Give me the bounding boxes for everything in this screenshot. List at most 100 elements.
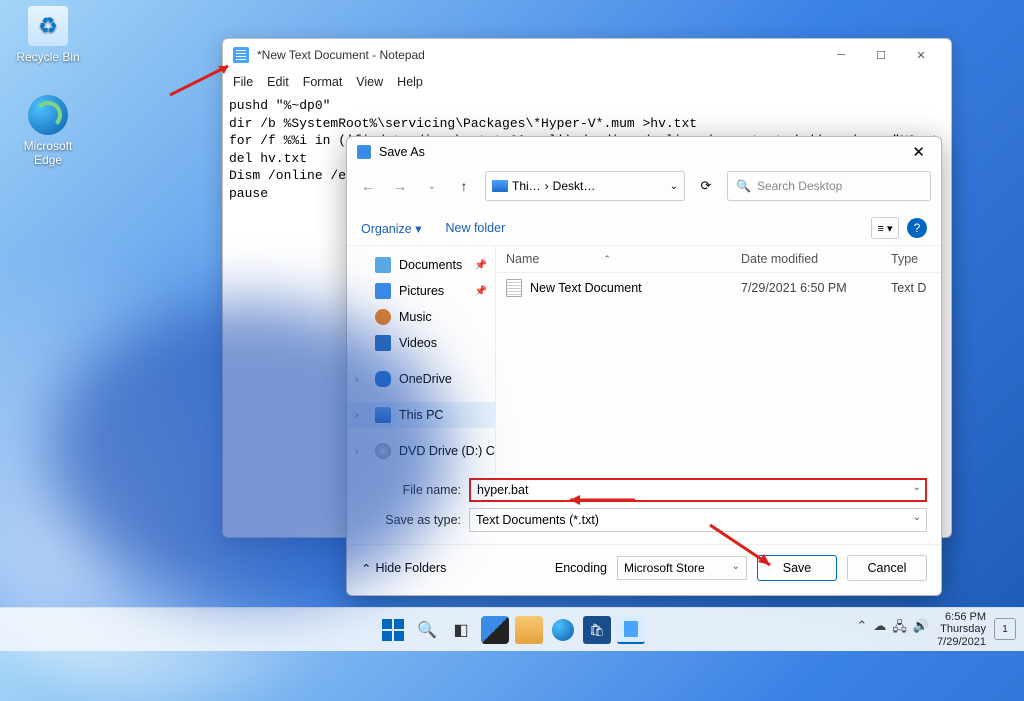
sidebar-item-music[interactable]: Music <box>347 304 495 330</box>
sidebar-item-videos[interactable]: Videos <box>347 330 495 356</box>
nav-recent-button[interactable]: ⌄ <box>421 181 443 192</box>
save-as-dialog: Save As ✕ ← → ⌄ ↑ Thi… › Deskt… ⌄ ⟳ 🔍 Se… <box>346 136 942 596</box>
network-icon[interactable]: 🖧 <box>892 618 907 640</box>
chevron-right-icon[interactable]: › <box>355 446 358 457</box>
menu-view[interactable]: View <box>356 75 383 89</box>
saveastype-label: Save as type: <box>361 513 469 527</box>
system-tray[interactable]: ⌃ ☁ 🖧 🔊 <box>856 618 929 640</box>
file-row[interactable]: New Text Document 7/29/2021 6:50 PM Text… <box>496 273 941 303</box>
clock-day: Thursday <box>937 623 986 636</box>
minimize-button[interactable]: ─ <box>821 41 861 69</box>
chevron-up-icon[interactable]: ⌃ <box>856 618 867 640</box>
breadcrumb-seg1[interactable]: Thi… <box>512 179 541 193</box>
organize-button[interactable]: Organize ▾ <box>361 221 421 236</box>
recycle-bin-label: Recycle Bin <box>10 50 86 64</box>
documents-icon <box>375 257 391 273</box>
sort-asc-icon: ⌃ <box>603 254 611 265</box>
task-view-button[interactable]: ◧ <box>447 616 475 644</box>
menu-edit[interactable]: Edit <box>267 75 289 89</box>
edge-icon <box>28 95 68 135</box>
refresh-button[interactable]: ⟳ <box>695 178 717 194</box>
column-type[interactable]: Type <box>891 252 931 266</box>
taskbar-clock[interactable]: 6:56 PM Thursday 7/29/2021 <box>937 611 986 649</box>
chevron-down-icon[interactable]: ⌄ <box>670 181 678 192</box>
saveas-sidebar: Documents📌 Pictures📌 Music Videos ›OneDr… <box>347 246 495 472</box>
file-type: Text D <box>891 281 931 295</box>
chevron-down-icon: ⌄ <box>732 561 740 572</box>
encoding-label: Encoding <box>555 561 607 575</box>
notifications-button[interactable]: 1 <box>994 618 1016 640</box>
onedrive-icon <box>375 371 391 387</box>
nav-up-button[interactable]: ↑ <box>453 178 475 194</box>
menu-file[interactable]: File <box>233 75 253 89</box>
search-placeholder: Search Desktop <box>757 179 842 193</box>
sidebar-item-documents[interactable]: Documents📌 <box>347 252 495 278</box>
taskbar-search-button[interactable]: 🔍 <box>413 616 441 644</box>
saveas-titlebar[interactable]: Save As ✕ <box>347 137 941 167</box>
sidebar-item-pictures[interactable]: Pictures📌 <box>347 278 495 304</box>
pin-icon: 📌 <box>475 286 487 297</box>
recycle-bin-icon <box>28 6 68 46</box>
file-list: Name⌃ Date modified Type New Text Docume… <box>495 246 941 472</box>
notepad-titlebar[interactable]: *New Text Document - Notepad ─ ☐ ✕ <box>223 39 951 71</box>
cancel-button[interactable]: Cancel <box>847 555 927 581</box>
taskbar: 🔍 ◧ 🛍 ⌃ ☁ 🖧 🔊 6:56 PM Thursday 7/29/2021… <box>0 607 1024 651</box>
breadcrumb-seg2[interactable]: Deskt… <box>553 179 596 193</box>
chevron-right-icon: › <box>545 179 549 193</box>
file-name: New Text Document <box>530 281 642 295</box>
maximize-button[interactable]: ☐ <box>861 41 901 69</box>
notepad-title: *New Text Document - Notepad <box>257 48 425 62</box>
menu-format[interactable]: Format <box>303 75 343 89</box>
notepad-taskbar-button[interactable] <box>617 616 645 644</box>
search-input[interactable]: 🔍 Search Desktop <box>727 171 931 201</box>
chevron-right-icon[interactable]: › <box>355 410 358 421</box>
notepad-icon <box>233 47 249 63</box>
videos-icon <box>375 335 391 351</box>
filename-label: File name: <box>361 483 469 497</box>
dvd-icon <box>375 443 391 459</box>
close-button[interactable]: ✕ <box>901 41 941 69</box>
chevron-right-icon[interactable]: › <box>355 374 358 385</box>
pin-icon: 📌 <box>475 260 487 271</box>
menu-help[interactable]: Help <box>397 75 423 89</box>
file-explorer-button[interactable] <box>515 616 543 644</box>
save-button[interactable]: Save <box>757 555 837 581</box>
saveas-icon <box>357 145 371 159</box>
nav-back-button[interactable]: ← <box>357 178 379 194</box>
column-date[interactable]: Date modified <box>741 252 891 266</box>
desktop-icon-recycle-bin[interactable]: Recycle Bin <box>10 6 86 64</box>
address-breadcrumb[interactable]: Thi… › Deskt… ⌄ <box>485 171 685 201</box>
notepad-menubar: File Edit Format View Help <box>223 71 951 93</box>
desktop-icon-edge[interactable]: Microsoft Edge <box>10 95 86 167</box>
textfile-icon <box>506 279 522 297</box>
start-button[interactable] <box>379 616 407 644</box>
filename-input[interactable] <box>469 478 927 502</box>
thispc-icon <box>375 407 391 423</box>
edge-taskbar-button[interactable] <box>549 616 577 644</box>
column-name[interactable]: Name⌃ <box>506 252 741 266</box>
hide-folders-button[interactable]: ⌃Hide Folders <box>361 561 446 576</box>
file-list-header: Name⌃ Date modified Type <box>496 246 941 273</box>
clock-time: 6:56 PM <box>937 611 986 624</box>
sidebar-item-thispc[interactable]: ›This PC <box>347 402 495 428</box>
saveas-navbar: ← → ⌄ ↑ Thi… › Deskt… ⌄ ⟳ 🔍 Search Deskt… <box>347 167 941 211</box>
taskbar-center: 🔍 ◧ 🛍 <box>379 616 645 644</box>
sidebar-item-onedrive[interactable]: ›OneDrive <box>347 366 495 392</box>
saveastype-select[interactable] <box>469 508 927 532</box>
saveas-footer: ⌃Hide Folders Encoding Microsoft Store⌄ … <box>347 544 941 595</box>
volume-icon[interactable]: 🔊 <box>913 618 929 640</box>
encoding-select[interactable]: Microsoft Store⌄ <box>617 556 747 580</box>
widgets-button[interactable] <box>481 616 509 644</box>
nav-forward-button[interactable]: → <box>389 178 411 194</box>
new-folder-button[interactable]: New folder <box>445 221 505 235</box>
onedrive-tray-icon[interactable]: ☁ <box>873 618 886 640</box>
saveas-close-button[interactable]: ✕ <box>906 141 931 163</box>
taskbar-right: ⌃ ☁ 🖧 🔊 6:56 PM Thursday 7/29/2021 1 <box>856 611 1016 649</box>
saveas-toolbar: Organize ▾ New folder ≡ ▾ ? <box>347 211 941 246</box>
store-button[interactable]: 🛍 <box>583 616 611 644</box>
sidebar-item-dvd[interactable]: ›DVD Drive (D:) CC <box>347 438 495 464</box>
help-button[interactable]: ? <box>907 218 927 238</box>
search-icon: 🔍 <box>736 179 751 193</box>
view-options-button[interactable]: ≡ ▾ <box>871 217 899 239</box>
saveas-title: Save As <box>379 145 425 159</box>
